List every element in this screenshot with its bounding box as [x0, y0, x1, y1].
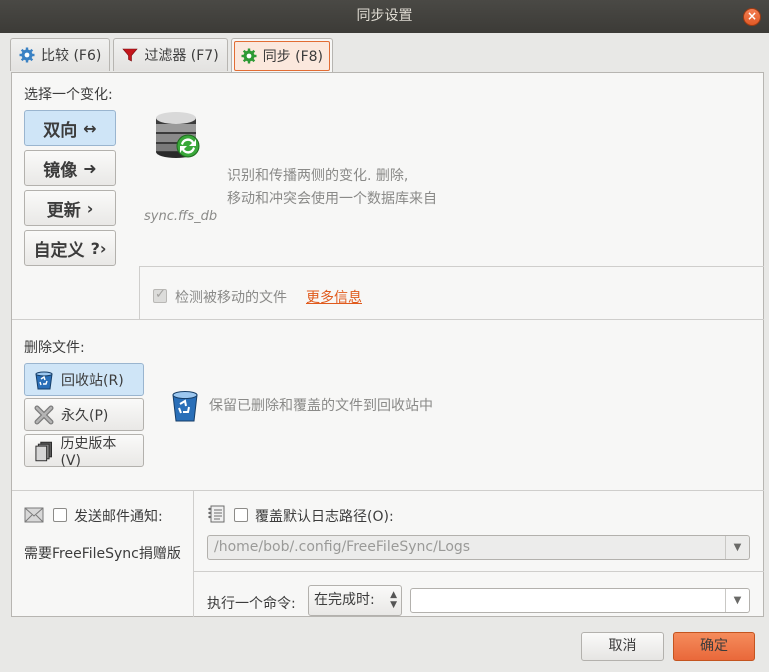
- variant-mirror-label: 镜像: [43, 160, 78, 181]
- variant-description-line2: 移动和冲突会使用一个数据库来自: [227, 191, 437, 207]
- variant-update-button[interactable]: 更新 ›: [24, 190, 116, 226]
- divider: [12, 319, 764, 320]
- divider: [12, 490, 764, 491]
- db-file-label: sync.ffs_db: [144, 209, 218, 224]
- sync-settings-panel: 选择一个变化: 双向 ↔ 镜像 ➜ 更新 › 自定义 ?› sync.ffs_d…: [11, 72, 764, 617]
- divider: [193, 571, 764, 572]
- variant-two-way-button[interactable]: 双向 ↔: [24, 110, 116, 146]
- command-when-value: 在完成时:: [314, 592, 375, 608]
- tab-filter[interactable]: 过滤器 (F7): [113, 38, 228, 71]
- title-bar: 同步设置 ×: [0, 0, 769, 33]
- database-icon: [156, 112, 200, 158]
- tab-compare-label: 比较 (F6): [41, 48, 102, 64]
- window-title: 同步设置: [356, 8, 413, 24]
- two-way-arrow-icon: ↔: [83, 118, 97, 138]
- tab-synchronization-label: 同步 (F8): [262, 48, 324, 65]
- variant-two-way-label: 双向: [43, 120, 78, 141]
- right-arrow-icon: ➜: [83, 158, 97, 178]
- permanent-delete-button[interactable]: 永久(P): [24, 398, 144, 431]
- versioning-label: 历史版本(V): [60, 435, 117, 469]
- variant-heading: 选择一个变化:: [24, 87, 113, 103]
- variant-update-label: 更新: [46, 200, 81, 221]
- versioning-button[interactable]: 历史版本(V): [24, 434, 144, 469]
- permanent-delete-label: 永久(P): [61, 407, 109, 424]
- override-log-path-checkbox[interactable]: [234, 508, 248, 522]
- command-when-select[interactable]: 在完成时: ▲ ▼: [308, 585, 402, 616]
- log-path-value: /home/bob/.config/FreeFileSync/Logs: [214, 539, 471, 555]
- close-button[interactable]: ×: [743, 8, 761, 26]
- recycle-bin-label: 回收站(R): [61, 372, 124, 389]
- gear-blue-icon: [19, 47, 35, 63]
- override-log-path-label: 覆盖默认日志路径(O):: [255, 509, 394, 525]
- email-notification-checkbox[interactable]: [53, 508, 67, 522]
- ok-button[interactable]: 确定: [673, 632, 755, 661]
- recycle-bin-button[interactable]: 回收站(R): [24, 363, 144, 396]
- chevron-down-icon[interactable]: ▼: [725, 536, 749, 559]
- chevron-right-icon: ›: [86, 198, 94, 218]
- deletion-heading: 删除文件:: [24, 340, 85, 356]
- detect-moved-label: 检测被移动的文件: [175, 290, 287, 306]
- email-notification-label: 发送邮件通知:: [74, 509, 163, 525]
- chevron-down-icon[interactable]: ▼: [725, 589, 749, 612]
- divider: [139, 266, 140, 319]
- custom-arrow-icon: ?›: [90, 238, 107, 258]
- tab-compare[interactable]: 比较 (F6): [10, 38, 111, 71]
- log-icon: [208, 505, 225, 523]
- versioning-icon: [35, 441, 53, 461]
- envelope-icon: [24, 507, 44, 523]
- donation-note: 需要FreeFileSync捐赠版: [24, 546, 181, 562]
- tab-filter-label: 过滤器 (F7): [144, 48, 219, 64]
- dialog-body: 比较 (F6) 过滤器 (F7) 同步 (F8) 选择一个变化: 双向 ↔ 镜像…: [6, 33, 769, 672]
- divider: [139, 266, 764, 267]
- variant-custom-button[interactable]: 自定义 ?›: [24, 230, 116, 266]
- run-command-label: 执行一个命令:: [207, 596, 296, 612]
- deletion-description: 保留已删除和覆盖的文件到回收站中: [209, 398, 433, 414]
- variant-description-line1: 识别和传播两侧的变化. 删除,: [227, 168, 409, 184]
- cancel-button[interactable]: 取消: [581, 632, 664, 661]
- gear-green-icon: [241, 48, 257, 63]
- up-down-icon: ▲ ▼: [390, 590, 397, 610]
- variant-custom-label: 自定义: [33, 240, 85, 261]
- detect-moved-checkbox[interactable]: [153, 287, 167, 303]
- recycle-bin-icon: [35, 371, 53, 389]
- tab-bar: 比较 (F6) 过滤器 (F7) 同步 (F8): [10, 38, 334, 72]
- recycle-bin-large-icon: [172, 391, 198, 422]
- variant-mirror-button[interactable]: 镜像 ➜: [24, 150, 116, 186]
- filter-icon: [122, 48, 138, 62]
- command-input[interactable]: ▼: [410, 588, 750, 613]
- more-info-link[interactable]: 更多信息: [306, 287, 362, 307]
- tab-synchronization[interactable]: 同步 (F8): [230, 38, 334, 72]
- delete-x-icon: [34, 405, 54, 424]
- divider: [193, 490, 194, 617]
- log-path-field[interactable]: /home/bob/.config/FreeFileSync/Logs ▼: [207, 535, 750, 560]
